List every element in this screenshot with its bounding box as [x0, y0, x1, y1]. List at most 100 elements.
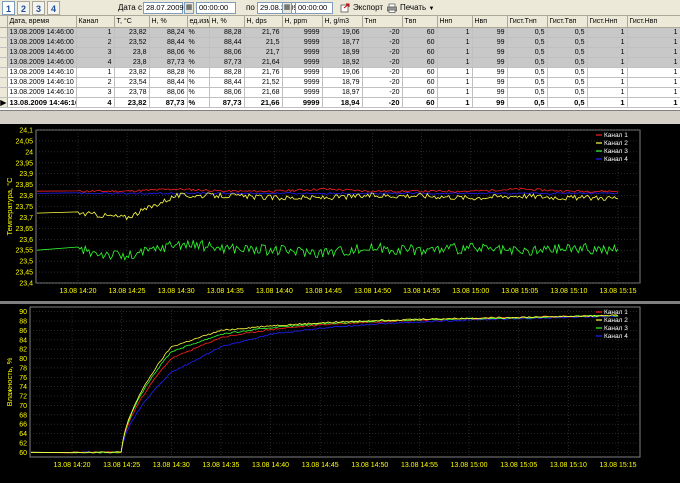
table-cell: 1: [627, 67, 680, 78]
table-cell: -20: [362, 27, 403, 38]
column-header[interactable]: H, g/m3: [322, 16, 363, 28]
column-header[interactable]: Tнп: [362, 16, 403, 28]
x-tick-label: 13.08 14:25: [109, 288, 146, 295]
table-cell: 60: [402, 77, 438, 88]
table-cell: 88,06: [209, 47, 245, 58]
column-header[interactable]: Канал: [76, 16, 115, 28]
table-cell: %: [187, 57, 210, 68]
y-tick-label: 66: [19, 422, 27, 429]
table-cell: 99: [472, 67, 508, 78]
x-tick-label: 13.08 15:00: [452, 288, 489, 295]
table-cell: %: [187, 67, 210, 78]
column-header[interactable]: Tвп: [402, 16, 438, 28]
table-row[interactable]: 13.08.2009 14:46:00 4 23,8 87,73% 87,73 21,64…: [0, 57, 680, 68]
y-tick-label: 23,4: [19, 281, 33, 288]
table-cell: 1: [587, 67, 628, 78]
table-cell: %: [187, 77, 210, 88]
tab-2[interactable]: 2: [17, 1, 30, 15]
table-cell: 23,82: [114, 27, 150, 38]
table-cell: 88,28: [209, 27, 245, 38]
y-axis-label: Температура, °C: [5, 177, 14, 236]
table-row[interactable]: 13.08.2009 14:46:10 3 23,78 88,06% 88,06 21,6…: [0, 87, 680, 98]
table-cell: 21,76: [244, 67, 283, 78]
table-row[interactable]: 13.08.2009 14:46:00 3 23,8 88,06% 88,06 21,7 9…: [0, 47, 680, 58]
calendar-to-icon[interactable]: ▦: [282, 2, 292, 14]
series-line-channel-4: [36, 192, 619, 195]
column-header[interactable]: H, dps: [244, 16, 283, 28]
column-header[interactable]: Дата, время: [7, 16, 77, 28]
tab-1[interactable]: 1: [2, 1, 15, 15]
table-cell: 18,94: [322, 96, 363, 108]
date-from-label: Дата с: [118, 3, 142, 12]
column-header[interactable]: Гист.Hнп: [587, 16, 628, 28]
table-cell: 9999: [282, 47, 323, 58]
y-tick-label: 24: [25, 149, 33, 156]
column-header[interactable]: Гист.Hвп: [627, 16, 680, 28]
table-cell: 18,79: [322, 77, 363, 88]
table-cell: 21,7: [244, 47, 283, 58]
table-cell: 9999: [282, 37, 323, 48]
column-header[interactable]: Гист.Tнп: [507, 16, 548, 28]
table-cell: -20: [362, 37, 403, 48]
row-indicator: [0, 37, 8, 48]
y-tick-label: 23,6: [19, 237, 33, 244]
y-tick-label: 23,75: [15, 204, 33, 211]
table-cell: 1: [437, 87, 473, 98]
table-cell: 23,54: [114, 77, 150, 88]
x-tick-label: 13.08 14:30: [153, 462, 190, 469]
export-button[interactable]: Экспорт: [339, 1, 383, 15]
x-tick-label: 13.08 15:10: [550, 288, 587, 295]
y-tick-label: 24,1: [19, 128, 33, 135]
tab-4[interactable]: 4: [47, 1, 60, 15]
table-cell: 9999: [282, 77, 323, 88]
table-cell: %: [187, 87, 210, 98]
time-from-input[interactable]: 00:00:00: [196, 2, 236, 14]
table-cell: 99: [472, 96, 508, 108]
y-tick-label: 74: [19, 384, 27, 391]
column-header[interactable]: Hвп: [472, 16, 508, 28]
row-indicator: [0, 57, 8, 68]
table-cell: 9999: [282, 57, 323, 68]
print-button[interactable]: Печать ▼: [386, 1, 434, 15]
table-row[interactable]: 13.08.2009 14:46:00 1 23,82 88,24% 88,28 21,7…: [0, 27, 680, 38]
table-cell: 21,68: [244, 87, 283, 98]
table-scrollbar[interactable]: [0, 111, 680, 124]
y-tick-label: 70: [19, 403, 27, 410]
column-header[interactable]: T, °C: [114, 16, 150, 28]
calendar-from-icon[interactable]: ▦: [184, 2, 194, 14]
column-header[interactable]: Гист.Tвп: [547, 16, 588, 28]
table-cell: 0,5: [547, 57, 588, 68]
humidity-chart: 90 88 86 84 82 80 78 76 74 72 70 68 66 64 62 60 13.08 14…: [0, 304, 680, 483]
print-label: Печать: [400, 3, 427, 12]
table-row[interactable]: 13.08.2009 14:46:10 1 23,82 88,28% 88,28 21,7…: [0, 67, 680, 78]
table-cell: 0,5: [547, 27, 588, 38]
x-tick-label: 13.08 14:40: [256, 288, 293, 295]
table-row[interactable]: 13.08.2009 14:46:00 2 23,52 88,44% 88,44 21,5…: [0, 37, 680, 48]
table-cell: %: [187, 47, 210, 58]
column-header[interactable]: Hнп: [437, 16, 473, 28]
table-cell: %: [187, 37, 210, 48]
time-to-input[interactable]: 00:00:00: [295, 2, 333, 14]
column-header[interactable]: H, ppm: [282, 16, 323, 28]
table-cell: 1: [76, 27, 115, 38]
table-cell: 1: [587, 27, 628, 38]
table-cell: 87,73: [209, 96, 245, 108]
x-tick-label: 13.08 14:40: [252, 462, 289, 469]
column-header[interactable]: H, %: [209, 16, 245, 28]
toolbar: 1 2 3 4 Дата с 28.07.2009 ▦ 00:00:00 по …: [0, 0, 680, 16]
table-row[interactable]: 13.08.2009 14:46:10 2 23,54 88,44% 88,44 21,5…: [0, 77, 680, 88]
date-from-input[interactable]: 28.07.2009: [143, 2, 184, 14]
table-cell: 88,44: [149, 77, 188, 88]
export-icon: [340, 3, 350, 13]
row-indicator: [0, 67, 8, 78]
tab-3[interactable]: 3: [32, 1, 45, 15]
column-header[interactable]: ед.изм.Н: [187, 16, 210, 28]
temperature-chart-svg: 24,1 24,05 24 23,95 23,9 23,85 23,8 23,75 23,7 23…: [5, 128, 641, 295]
table-cell: -20: [362, 87, 403, 98]
table-row[interactable]: ▶ 13.08.2009 14:46:10 4 23,82 87,73% 87,73 21,…: [0, 96, 680, 108]
column-header[interactable]: H, %: [149, 16, 188, 28]
table-cell: 9999: [282, 96, 323, 108]
table-cell: 1: [587, 47, 628, 58]
table-cell: 2: [76, 77, 115, 88]
table-cell: 1: [627, 77, 680, 88]
